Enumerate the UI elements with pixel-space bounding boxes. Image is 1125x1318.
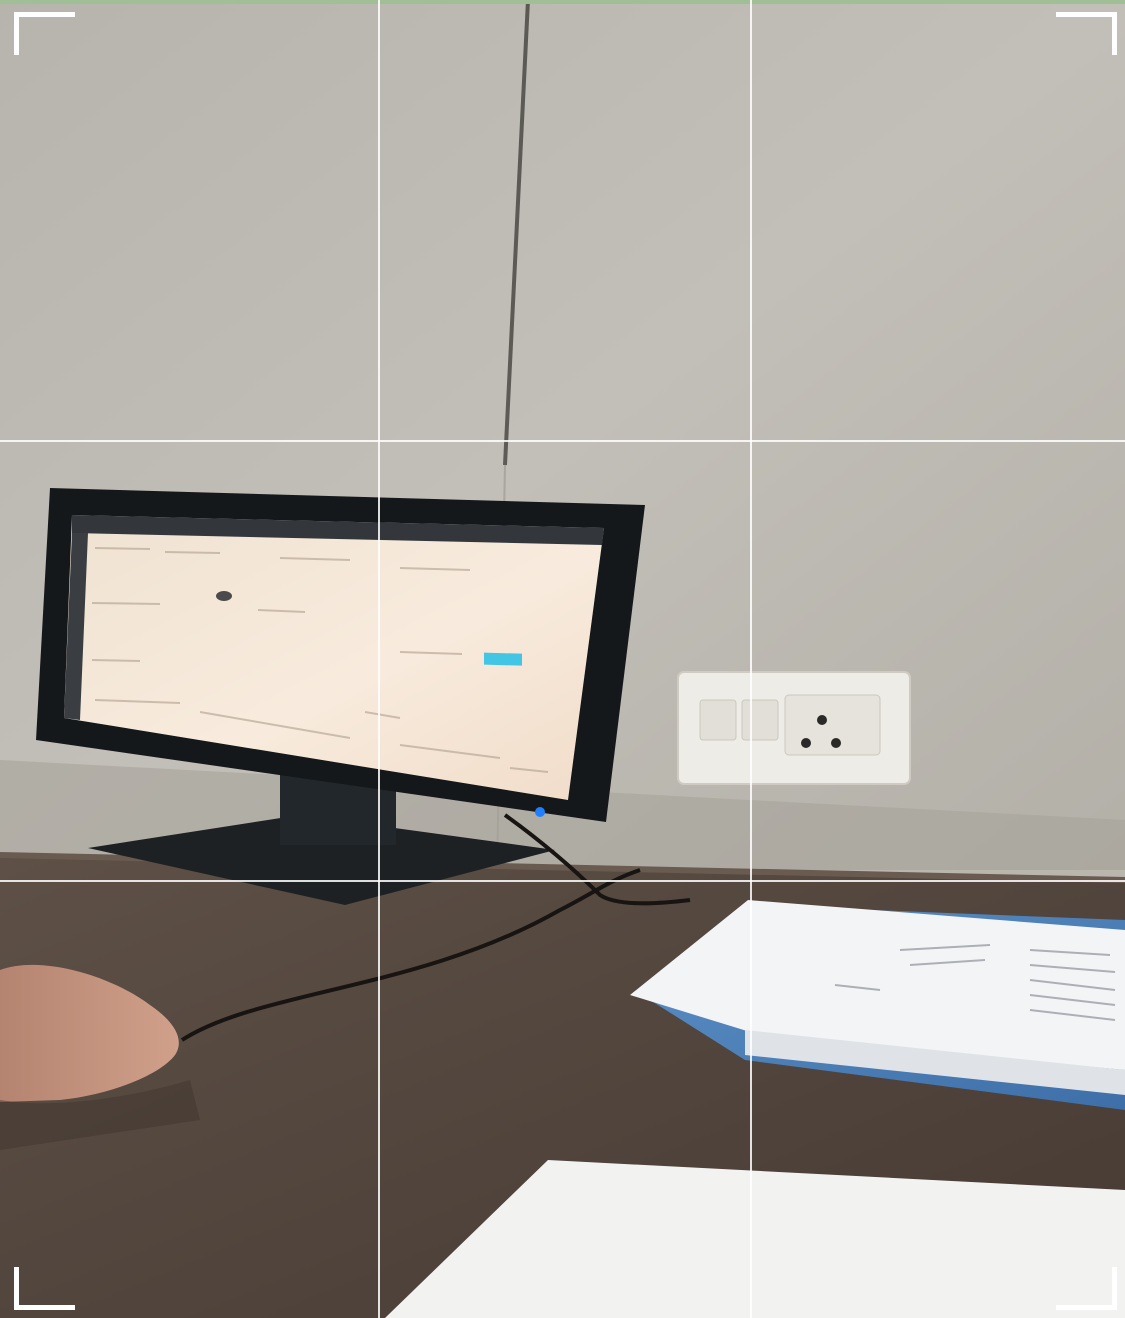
crop-top-edge [0, 0, 1125, 4]
crop-corner-icon[interactable] [14, 1267, 75, 1310]
monitor-power-light [535, 807, 545, 817]
grid-line-vertical-2 [750, 0, 752, 1318]
crop-corner-icon[interactable] [14, 12, 75, 55]
grid-line-horizontal-1 [0, 440, 1125, 442]
crop-corner-icon[interactable] [1056, 1267, 1117, 1310]
grid-line-vertical-1 [378, 0, 380, 1318]
crop-editor [0, 0, 1125, 1318]
screen-action-button [484, 652, 522, 666]
desk-photo [0, 0, 1125, 1318]
crop-corner-icon[interactable] [1056, 12, 1117, 55]
wall-socket [677, 671, 911, 785]
grid-line-horizontal-2 [0, 880, 1125, 882]
screen-avatar [216, 591, 232, 601]
